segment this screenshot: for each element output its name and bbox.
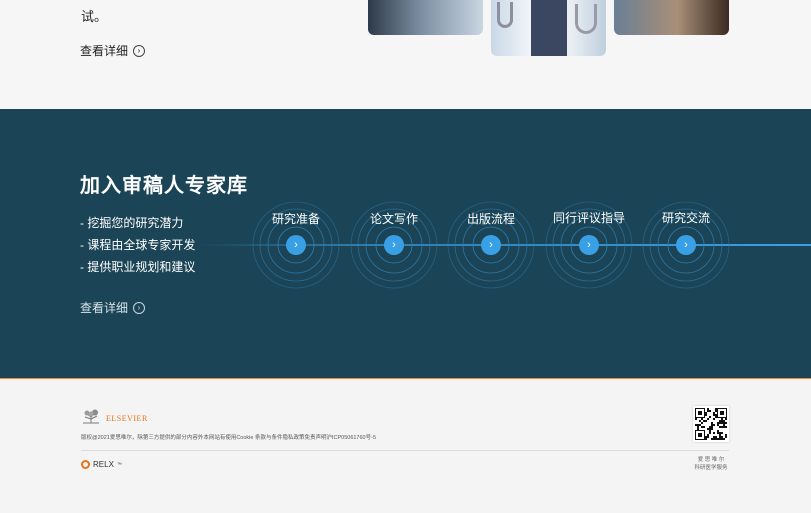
step-label-research-prep: 研究准备 xyxy=(271,212,320,226)
intro-tail-text: 试。 xyxy=(81,9,108,24)
chevron-right-icon: › xyxy=(587,239,591,251)
top-view-details-link[interactable]: 查看详细 › xyxy=(80,42,146,59)
intro-section: 试。 查看详细 › xyxy=(0,0,811,109)
banner-view-details-label: 查看详细 xyxy=(80,301,129,315)
relx-trademark: ™ xyxy=(116,461,122,468)
qr-code-icon xyxy=(695,408,727,440)
step-paper-writing-button[interactable]: › xyxy=(384,235,404,255)
doctors-photo xyxy=(491,0,606,56)
benefit-item: - 提供职业规划和建议 xyxy=(80,260,196,274)
footer-divider xyxy=(81,450,729,451)
reviewer-join-banner: 加入审稿人专家库 - 挖掘您的研究潜力 - 课程由全球专家开发 - 提供职业规划… xyxy=(0,109,811,378)
banner-view-details-link[interactable]: 查看详细 › xyxy=(80,299,146,316)
site-footer: ELSEVIER 版权@2021爱思唯尔，除第三方提供的部分内容外本网站有使用C… xyxy=(0,379,811,513)
step-label-paper-writing: 论文写作 xyxy=(369,212,418,226)
business-people-photo xyxy=(368,0,483,35)
benefit-item: - 挖掘您的研究潜力 xyxy=(80,216,184,230)
step-research-prep-button[interactable]: › xyxy=(286,235,306,255)
banner-title: 加入审稿人专家库 xyxy=(80,175,248,197)
qr-caption-line1: 爱 思 唯 尔 xyxy=(697,457,725,463)
top-view-details-label: 查看详细 xyxy=(80,44,129,58)
chevron-right-icon: › xyxy=(392,239,396,251)
benefit-list: - 挖掘您的研究潜力 - 课程由全球专家开发 - 提供职业规划和建议 xyxy=(80,212,195,278)
relx-logo-link[interactable]: RELX ™ xyxy=(81,460,122,469)
chevron-right-icon: › xyxy=(684,239,688,251)
elsevier-wordmark[interactable]: ELSEVIER xyxy=(106,414,148,423)
step-peer-review-button[interactable]: › xyxy=(579,235,599,255)
step-research-exchange-button[interactable]: › xyxy=(676,235,696,255)
step-publishing-button[interactable]: › xyxy=(481,235,501,255)
copyright-text: 版权@2021爱思唯尔，除第三方提供的部分内容外本网站有使用Cookie 条款与… xyxy=(81,435,376,441)
step-label-publishing: 出版流程 xyxy=(466,212,515,226)
researcher-photo xyxy=(614,0,729,35)
chevron-right-icon: › xyxy=(294,239,298,251)
relx-wordmark: RELX xyxy=(93,460,114,469)
qr-caption-line2: 科研医学服务 xyxy=(694,465,728,471)
benefit-item: - 课程由全球专家开发 xyxy=(80,238,196,252)
step-label-research-exchange: 研究交流 xyxy=(661,211,710,225)
qr-caption: 爱 思 唯 尔 科研医学服务 xyxy=(681,456,741,472)
elsevier-tree-logo-icon[interactable] xyxy=(81,409,101,425)
relx-logo-icon xyxy=(81,460,90,469)
circle-chevron-right-icon: › xyxy=(133,301,146,314)
step-label-peer-review: 同行评议指导 xyxy=(552,211,625,225)
circle-chevron-right-icon: › xyxy=(133,44,146,57)
wechat-qr-code xyxy=(693,406,729,442)
chevron-right-icon: › xyxy=(489,239,493,251)
